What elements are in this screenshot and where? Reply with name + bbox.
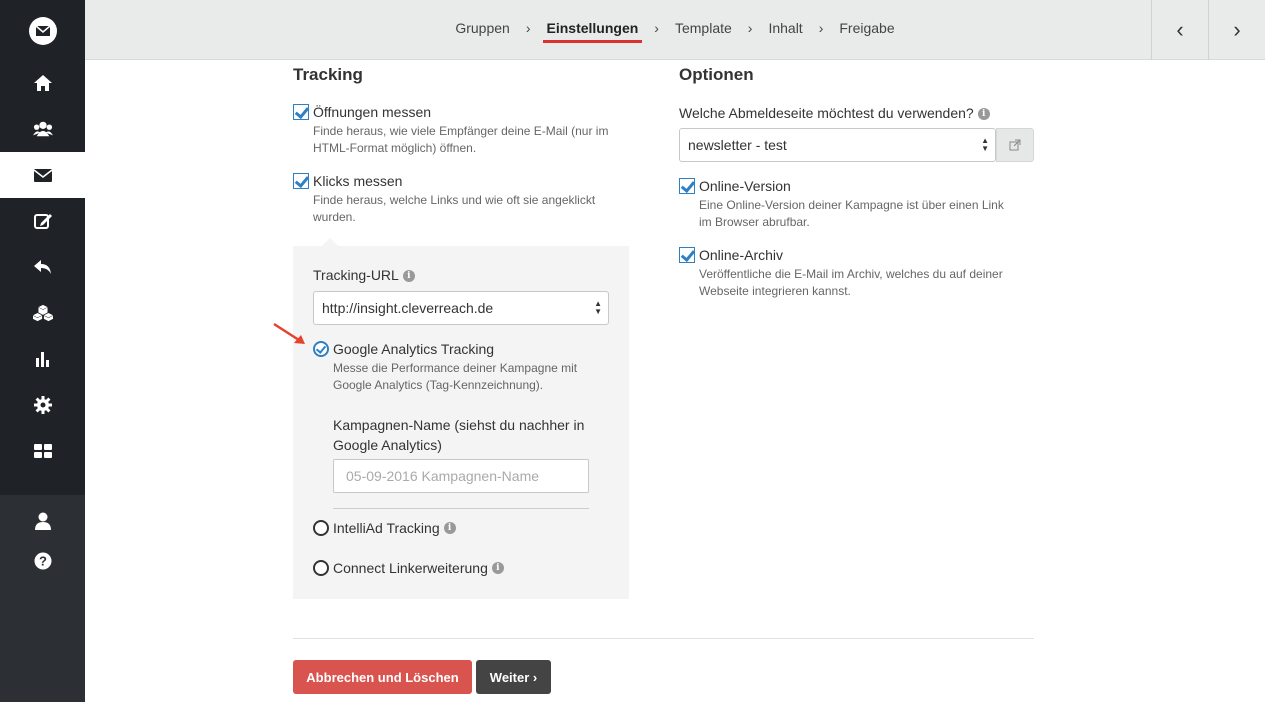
unsubscribe-page-select[interactable]: newsletter - test ▲ ▼ — [679, 128, 996, 162]
campaign-name-label: Kampagnen-Name (siehst du nachher in Goo… — [333, 415, 584, 455]
edit-icon[interactable] — [0, 198, 85, 244]
open-tracking-desc-line: HTML-Format möglich) öffnen. — [313, 141, 477, 155]
reply-icon[interactable] — [0, 244, 85, 290]
campaign-name-input[interactable]: 05-09-2016 Kampagnen-Name — [333, 459, 589, 493]
select-arrows-icon: ▲ ▼ — [981, 136, 989, 153]
bar-chart-icon[interactable] — [0, 336, 85, 382]
open-external-button[interactable] — [996, 128, 1034, 162]
gear-icon[interactable] — [0, 382, 85, 428]
open-tracking-desc-line: Finde heraus, wie viele Empfänger deine … — [313, 124, 609, 138]
campaign-label-line: Google Analytics) — [333, 437, 442, 453]
online-archive-description: Veröffentliche die E-Mail im Archiv, wel… — [699, 266, 1003, 300]
google-analytics-radio[interactable]: Google Analytics Tracking — [313, 341, 494, 357]
prev-step-button[interactable]: ‹ — [1151, 0, 1208, 60]
breadcrumb-inhalt[interactable]: Inhalt — [764, 20, 806, 36]
breadcrumb-template[interactable]: Template — [671, 20, 736, 36]
open-tracking-description: Finde heraus, wie viele Empfänger deine … — [313, 123, 608, 157]
chevron-right-icon: › — [747, 20, 753, 36]
users-icon[interactable] — [0, 106, 85, 152]
open-tracking-label: Öffnungen messen — [313, 104, 432, 120]
chevron-right-icon: › — [1233, 17, 1241, 42]
unsubscribe-label-row: Welche Abmeldeseite möchtest du verwende… — [679, 105, 990, 121]
click-tracking-checkbox[interactable]: Klicks messen — [293, 173, 402, 189]
home-icon[interactable] — [0, 60, 85, 106]
info-icon[interactable]: i — [977, 108, 990, 121]
chevron-right-icon: › — [654, 20, 659, 36]
ga-desc-line: Messe die Performance deiner Kampagne mi… — [333, 361, 578, 375]
checkbox-checked-icon — [679, 178, 695, 194]
select-arrows-icon: ▲ ▼ — [594, 299, 602, 316]
connect-label: Connect Linkerweiterung — [333, 560, 488, 576]
online-version-checkbox[interactable]: Online-Version — [679, 178, 791, 194]
breadcrumb-freigabe[interactable]: Freigabe — [835, 20, 898, 36]
radio-checked-icon — [313, 341, 329, 357]
google-analytics-label: Google Analytics Tracking — [333, 341, 495, 357]
sidebar: ? — [0, 0, 85, 702]
checkbox-checked-icon — [293, 104, 309, 120]
google-analytics-description: Messe die Performance deiner Kampagne mi… — [333, 360, 577, 394]
checkbox-checked-icon — [293, 173, 309, 189]
checkbox-checked-icon — [679, 247, 695, 263]
next-button[interactable]: Weiter › — [476, 660, 551, 694]
info-icon[interactable]: i — [491, 562, 504, 574]
footer-divider — [293, 638, 1034, 639]
info-icon[interactable]: i — [443, 522, 456, 534]
top-bar: Gruppen › Einstellungen › Template › Inh… — [85, 0, 1265, 60]
next-step-button[interactable]: › — [1208, 0, 1265, 60]
click-tracking-desc-line: Finde heraus, welche Links und wie oft s… — [313, 193, 596, 207]
tracking-url-label: Tracking-URL — [313, 267, 399, 283]
tracking-url-select[interactable]: http://insight.cleverreach.de ▲ ▼ — [313, 291, 609, 325]
breadcrumb-gruppen[interactable]: Gruppen — [451, 20, 513, 36]
info-icon[interactable]: i — [402, 270, 415, 283]
online-version-description: Eine Online-Version deiner Kampagne ist … — [699, 197, 1004, 231]
tracking-title: Tracking — [293, 65, 363, 84]
online-desc-line: Eine Online-Version deiner Kampagne ist … — [699, 198, 1004, 212]
intelliad-label: IntelliAd Tracking — [333, 520, 440, 536]
ga-desc-line: Google Analytics (Tag-Kennzeichnung). — [333, 378, 544, 392]
campaign-name-placeholder: 05-09-2016 Kampagnen-Name — [346, 468, 540, 484]
click-tracking-desc-line: wurden. — [313, 210, 356, 224]
unsubscribe-page-value: newsletter - test — [688, 137, 787, 153]
online-version-label: Online-Version — [699, 178, 791, 194]
online-desc-line: im Browser abrufbar. — [699, 215, 810, 229]
archive-desc-line: Webseite integrieren kannst. — [699, 284, 851, 298]
envelope-icon[interactable] — [0, 152, 85, 198]
chevron-right-icon: › — [818, 20, 824, 36]
panel-notch — [322, 238, 338, 246]
online-archive-checkbox[interactable]: Online-Archiv — [679, 247, 783, 263]
chevron-left-icon: ‹ — [1176, 17, 1184, 42]
intelliad-radio[interactable]: IntelliAd Tracking i — [313, 520, 456, 536]
chevron-right-icon: › — [525, 20, 531, 36]
breadcrumb: Gruppen › Einstellungen › Template › Inh… — [85, 0, 1265, 56]
cancel-delete-button[interactable]: Abbrechen und Löschen — [293, 660, 472, 694]
campaign-label-line: Kampagnen-Name (siehst du nachher in — [333, 417, 585, 433]
click-tracking-label: Klicks messen — [313, 173, 403, 189]
click-tracking-description: Finde heraus, welche Links und wie oft s… — [313, 192, 595, 226]
options-title: Optionen — [679, 65, 754, 84]
unsubscribe-label: Welche Abmeldeseite möchtest du verwende… — [679, 105, 974, 121]
help-icon[interactable]: ? — [0, 538, 85, 584]
radio-unchecked-icon — [313, 560, 329, 576]
cubes-icon[interactable] — [0, 290, 85, 336]
external-link-icon — [1009, 139, 1021, 151]
annotation-arrow-icon — [273, 322, 305, 344]
breadcrumb-einstellungen[interactable]: Einstellungen — [542, 20, 643, 43]
svg-text:?: ? — [39, 554, 47, 569]
envelope-logo-icon[interactable] — [0, 8, 85, 54]
grid-icon[interactable] — [0, 428, 85, 474]
divider — [333, 508, 589, 509]
radio-unchecked-icon — [313, 520, 329, 536]
tracking-url-label-row: Tracking-URL i — [313, 267, 415, 283]
connect-radio[interactable]: Connect Linkerweiterung i — [313, 560, 504, 576]
tracking-url-value: http://insight.cleverreach.de — [322, 300, 494, 316]
open-tracking-checkbox[interactable]: Öffnungen messen — [293, 104, 431, 120]
archive-desc-line: Veröffentliche die E-Mail im Archiv, wel… — [699, 267, 1003, 281]
online-archive-label: Online-Archiv — [699, 247, 784, 263]
